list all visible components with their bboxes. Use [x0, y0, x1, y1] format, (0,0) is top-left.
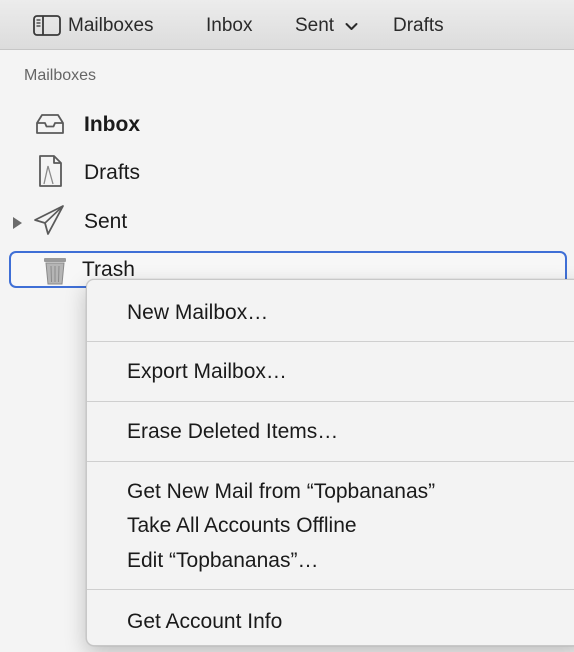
favorites-mailboxes-button[interactable]: Mailboxes — [68, 13, 154, 39]
trash-can-icon — [42, 255, 68, 285]
sidebar-item-label: Sent — [84, 210, 128, 233]
menu-item-edit-account[interactable]: Edit “Topbananas”… — [127, 548, 318, 574]
document-icon — [34, 154, 66, 187]
mail-window: Mailboxes Inbox Sent Drafts Mailboxes In… — [0, 0, 574, 652]
menu-item-erase-deleted-items[interactable]: Erase Deleted Items… — [127, 419, 338, 445]
favorites-sent-button[interactable]: Sent — [295, 13, 358, 39]
favorites-drafts-button[interactable]: Drafts — [393, 13, 444, 39]
menu-item-export-mailbox[interactable]: Export Mailbox… — [127, 359, 287, 385]
menu-item-new-mailbox[interactable]: New Mailbox… — [127, 300, 268, 326]
menu-separator — [87, 589, 574, 590]
chevron-down-icon — [345, 13, 358, 39]
menu-separator — [87, 401, 574, 402]
sidebar-item-sent[interactable]: Sent — [10, 201, 567, 241]
sidebar-item-inbox[interactable]: Inbox — [10, 104, 567, 144]
menu-item-take-accounts-offline[interactable]: Take All Accounts Offline — [127, 513, 357, 539]
favorites-bar: Mailboxes Inbox Sent Drafts — [0, 0, 574, 50]
sidebar-item-label: Inbox — [84, 113, 140, 136]
section-header-mailboxes: Mailboxes — [24, 67, 97, 84]
context-menu: New Mailbox… Export Mailbox… Erase Delet… — [86, 279, 574, 646]
menu-item-get-account-info[interactable]: Get Account Info — [127, 609, 282, 635]
menu-item-get-new-mail[interactable]: Get New Mail from “Topbananas” — [127, 479, 435, 505]
sidebar-item-label: Drafts — [84, 161, 141, 184]
sidebar-item-drafts[interactable]: Drafts — [10, 152, 567, 192]
paper-plane-icon — [32, 203, 64, 235]
favorites-sent-label: Sent — [295, 15, 335, 37]
menu-separator — [87, 461, 574, 462]
inbox-tray-icon — [34, 108, 66, 140]
menu-separator — [87, 341, 574, 342]
favorites-inbox-button[interactable]: Inbox — [206, 13, 252, 39]
sidebar-icon[interactable] — [33, 15, 61, 36]
